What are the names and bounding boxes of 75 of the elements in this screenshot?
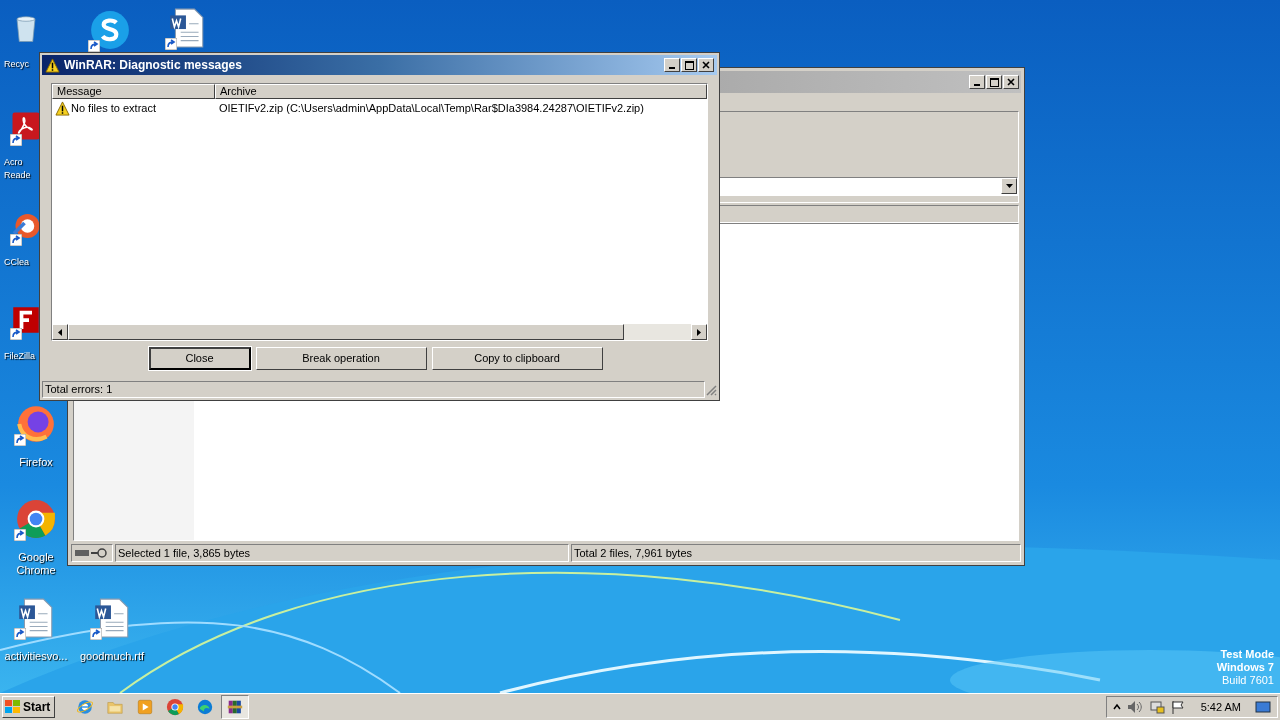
dialog-button[interactable]: Copy to clipboard (431, 347, 603, 370)
books-stack-icon (226, 698, 244, 716)
caret-icon (1005, 184, 1013, 188)
desktop-shortcut[interactable] (14, 497, 58, 541)
wave-globe-icon (196, 698, 214, 716)
flag-icon[interactable] (1170, 700, 1185, 714)
close-button[interactable] (1003, 75, 1019, 89)
shortcut-arrow-icon (88, 40, 100, 52)
fox-globe-icon (15, 403, 57, 445)
dialog-button[interactable]: Close (148, 347, 251, 370)
drive-icon (75, 549, 89, 557)
chrome-icon (15, 498, 57, 540)
speaker-icon[interactable] (1126, 700, 1143, 714)
windows-logo-icon (5, 700, 21, 714)
scroll-thumb[interactable] (68, 324, 624, 340)
desktop-icon-label: FileZilla (4, 350, 36, 363)
shortcut-arrow-icon (10, 234, 22, 246)
desktop-icon-label: Firefox (19, 456, 53, 469)
chevron-up-icon[interactable] (1112, 703, 1121, 711)
desktop-icon-label: goodmuch.rtf (79, 650, 145, 663)
table-cell-text: OIETIFv2.zip (C:\Users\admin\AppData\Local\Temp\Rar$DIa3984.24287\OIETIFv2.zip) (218, 100, 645, 116)
f-letter-app-icon (11, 305, 41, 335)
left-arrow-icon (58, 328, 62, 336)
close-button[interactable] (698, 58, 714, 72)
shortcut-arrow-icon (14, 628, 26, 640)
desktop-icon-label: Recyc (4, 58, 30, 71)
minimize-button[interactable] (969, 75, 985, 89)
shortcut-arrow-icon (90, 628, 102, 640)
shortcut-arrow-icon (10, 134, 22, 146)
taskbar-app-button[interactable] (221, 695, 249, 719)
minimize-button[interactable] (664, 58, 680, 72)
close-icon (1007, 78, 1015, 86)
table-cell-text: No files to extract (71, 100, 156, 116)
maximize-icon (989, 77, 999, 87)
dialog-button[interactable]: Break operation (255, 347, 427, 370)
e-globe-icon (76, 698, 94, 716)
brush-app-icon (11, 211, 41, 241)
scroll-left-button[interactable] (52, 324, 68, 340)
desktop-icon-label: Google Chrome (15, 551, 57, 577)
shortcut-arrow-icon (14, 529, 26, 541)
maximize-button[interactable] (986, 75, 1002, 89)
system-notice-text: Build 7601 (1222, 674, 1274, 687)
dropdown-button[interactable] (1001, 178, 1017, 194)
maximize-button[interactable] (681, 58, 697, 72)
desktop-icon-label: Acro Reade (4, 156, 32, 182)
shortcut-arrow-icon (10, 328, 22, 340)
right-arrow-icon (697, 328, 701, 336)
network-icon[interactable] (1148, 700, 1165, 714)
system-notice-text: Test Mode (1220, 648, 1274, 661)
show-desktop-icon[interactable] (1255, 700, 1271, 714)
scroll-right-button[interactable] (691, 324, 707, 340)
desktop-icon-label: CClea (4, 256, 30, 269)
window-title: WinRAR: Diagnostic messages (64, 57, 243, 74)
chrome-icon (166, 698, 184, 716)
maximize-icon (684, 60, 694, 70)
warning-icon (45, 57, 60, 73)
key-icon (91, 548, 107, 558)
status-bar-field: Selected 1 file, 3,865 bytes (115, 544, 569, 562)
shortcut-arrow-icon (14, 434, 26, 446)
desktop-icon-label: activitiesvo... (4, 650, 68, 663)
column-header[interactable]: Archive (215, 84, 707, 99)
close-icon (702, 61, 710, 69)
clock[interactable]: 5:42 AM (1200, 698, 1241, 716)
resize-grip-icon (705, 383, 717, 396)
status-bar-field: Total 2 files, 7,961 bytes (571, 544, 1021, 562)
start-button[interactable]: Start (2, 696, 55, 718)
column-header[interactable]: Message (52, 84, 215, 99)
warning-icon (55, 100, 70, 116)
horizontal-scrollbar[interactable] (52, 324, 707, 340)
play-icon (136, 698, 154, 716)
system-notice-text: Windows 7 (1216, 661, 1274, 674)
s-letter-circle-icon (89, 9, 131, 51)
shortcut-arrow-icon (165, 38, 177, 50)
desktop-shortcut[interactable] (88, 8, 132, 52)
status-bar-text: Total errors: 1 (42, 381, 705, 398)
